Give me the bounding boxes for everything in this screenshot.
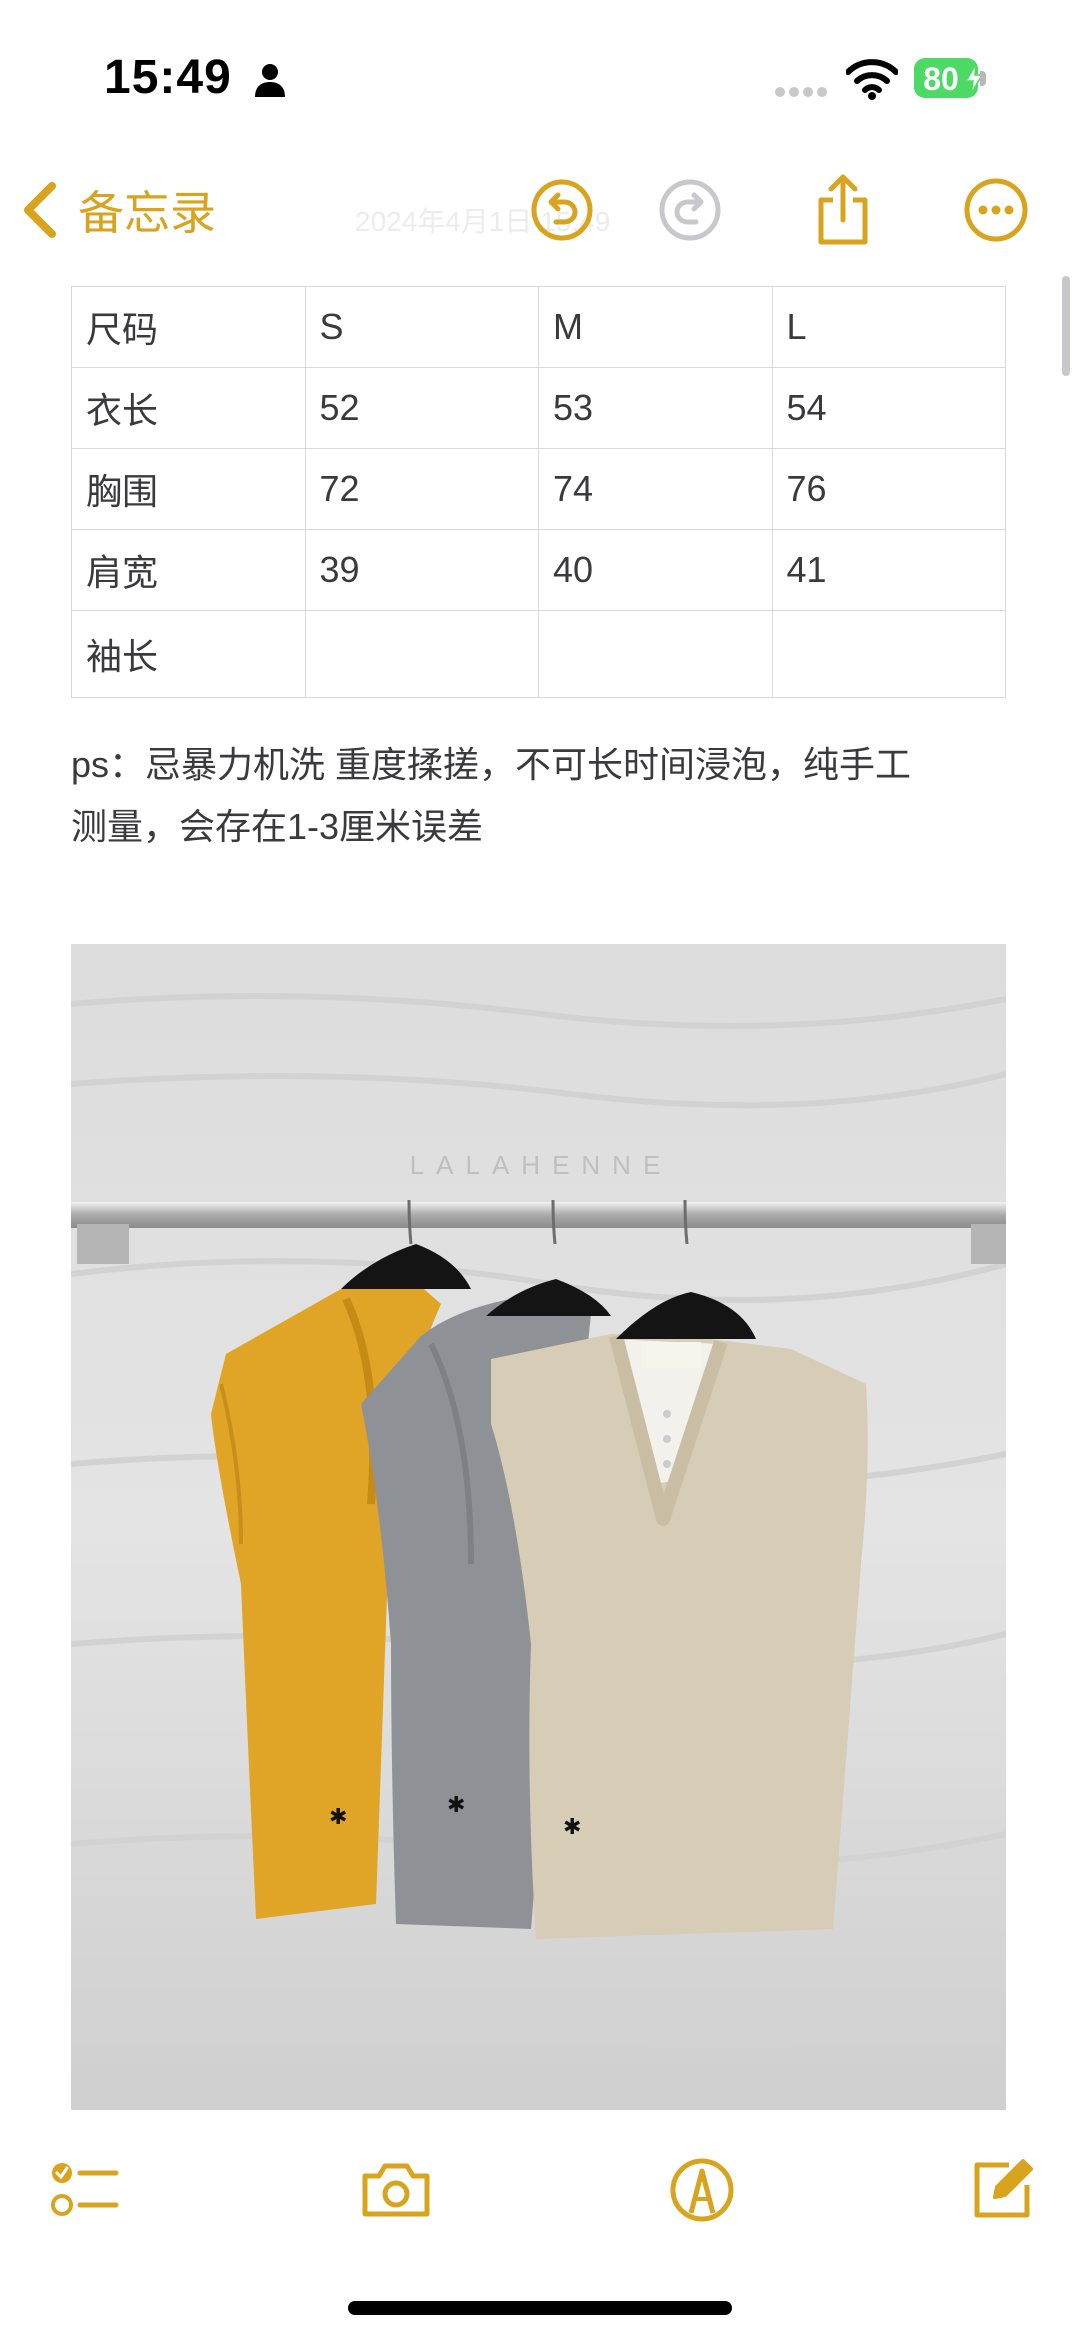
back-label: 备忘录 bbox=[78, 187, 216, 239]
note-body-text[interactable]: ps：忌暴力机洗 重度揉搓，不可长时间浸泡，纯手工 测量，会存在1-3厘米误差 bbox=[71, 734, 1011, 858]
table-cell[interactable]: 39 bbox=[304, 529, 539, 611]
bottom-toolbar bbox=[0, 2140, 1080, 2240]
note-line: ps：忌暴力机洗 重度揉搓，不可长时间浸泡，纯手工 bbox=[71, 744, 912, 785]
scroll-indicator[interactable] bbox=[1062, 276, 1070, 376]
table-cell[interactable]: 尺码 bbox=[71, 286, 306, 368]
markup-icon bbox=[670, 2158, 734, 2222]
table-cell[interactable]: L bbox=[771, 286, 1006, 368]
table-cell[interactable]: 54 bbox=[771, 367, 1006, 449]
table-cell[interactable]: 53 bbox=[538, 367, 773, 449]
table-row: 肩宽 39 40 41 bbox=[71, 529, 1006, 611]
table-cell[interactable]: 40 bbox=[538, 529, 773, 611]
table-row: 衣长 52 53 54 bbox=[71, 367, 1006, 449]
table-cell[interactable]: 76 bbox=[771, 448, 1006, 530]
size-table: 尺码 S M L 衣长 52 53 54 胸围 72 74 76 肩宽 39 4… bbox=[71, 286, 1006, 698]
svg-text:✱: ✱ bbox=[447, 1793, 465, 1818]
table-cell[interactable]: 肩宽 bbox=[71, 529, 306, 611]
beige-vest bbox=[491, 1334, 868, 1939]
compose-icon bbox=[974, 2159, 1033, 2218]
photo-watermark: LALAHENNE bbox=[410, 1150, 673, 1180]
nav-bar: 备忘录 2024年4月1日 15:49 bbox=[0, 150, 1080, 270]
redo-icon bbox=[659, 179, 721, 241]
table-cell[interactable]: 衣长 bbox=[71, 367, 306, 449]
table-cell[interactable]: M bbox=[538, 286, 773, 368]
person-icon bbox=[255, 64, 285, 97]
share-button[interactable] bbox=[803, 170, 883, 250]
battery-cap bbox=[980, 71, 986, 86]
table-cell[interactable]: 胸围 bbox=[71, 448, 306, 530]
table-row: 胸围 72 74 76 bbox=[71, 448, 1006, 530]
table-cell[interactable] bbox=[304, 610, 539, 698]
camera-button[interactable] bbox=[356, 2150, 436, 2230]
table-row: 袖长 bbox=[71, 610, 1006, 698]
svg-text:✱: ✱ bbox=[329, 1805, 347, 1830]
table-row: 尺码 S M L bbox=[71, 286, 1006, 368]
table-cell[interactable]: 72 bbox=[304, 448, 539, 530]
home-indicator[interactable] bbox=[348, 2301, 732, 2315]
status-time: 15:49 bbox=[104, 51, 232, 104]
redo-button[interactable] bbox=[650, 170, 730, 250]
product-photo[interactable]: LALAHENNE ✱ ✱ ✱ bbox=[71, 944, 1006, 2110]
more-icon bbox=[964, 178, 1028, 242]
undo-button[interactable] bbox=[522, 170, 602, 250]
checklist-icon bbox=[51, 2163, 119, 2216]
table-cell[interactable]: S bbox=[304, 286, 539, 368]
battery-icon: 80 bbox=[914, 58, 986, 100]
table-cell[interactable]: 74 bbox=[538, 448, 773, 530]
status-bar: 15:49 80 bbox=[0, 0, 1080, 150]
wifi-icon bbox=[846, 59, 898, 100]
table-cell[interactable]: 41 bbox=[771, 529, 1006, 611]
checklist-button[interactable] bbox=[45, 2150, 125, 2230]
more-button[interactable] bbox=[956, 170, 1036, 250]
share-icon bbox=[818, 174, 868, 245]
table-cell[interactable]: 52 bbox=[304, 367, 539, 449]
svg-text:✱: ✱ bbox=[563, 1815, 581, 1840]
battery-percent: 80 bbox=[923, 61, 959, 97]
undo-icon bbox=[531, 179, 593, 241]
clothing-rail bbox=[71, 1202, 1006, 1228]
table-cell[interactable] bbox=[771, 610, 1006, 698]
table-cell[interactable] bbox=[538, 610, 773, 698]
signal-icon bbox=[775, 87, 827, 97]
camera-icon bbox=[362, 2163, 430, 2217]
note-line: 测量，会存在1-3厘米误差 bbox=[71, 806, 484, 847]
chevron-left-icon bbox=[24, 182, 56, 238]
compose-button[interactable] bbox=[962, 2150, 1042, 2230]
back-button[interactable]: 备忘录 bbox=[20, 170, 216, 250]
table-cell[interactable]: 袖长 bbox=[71, 610, 306, 698]
markup-button[interactable] bbox=[662, 2150, 742, 2230]
